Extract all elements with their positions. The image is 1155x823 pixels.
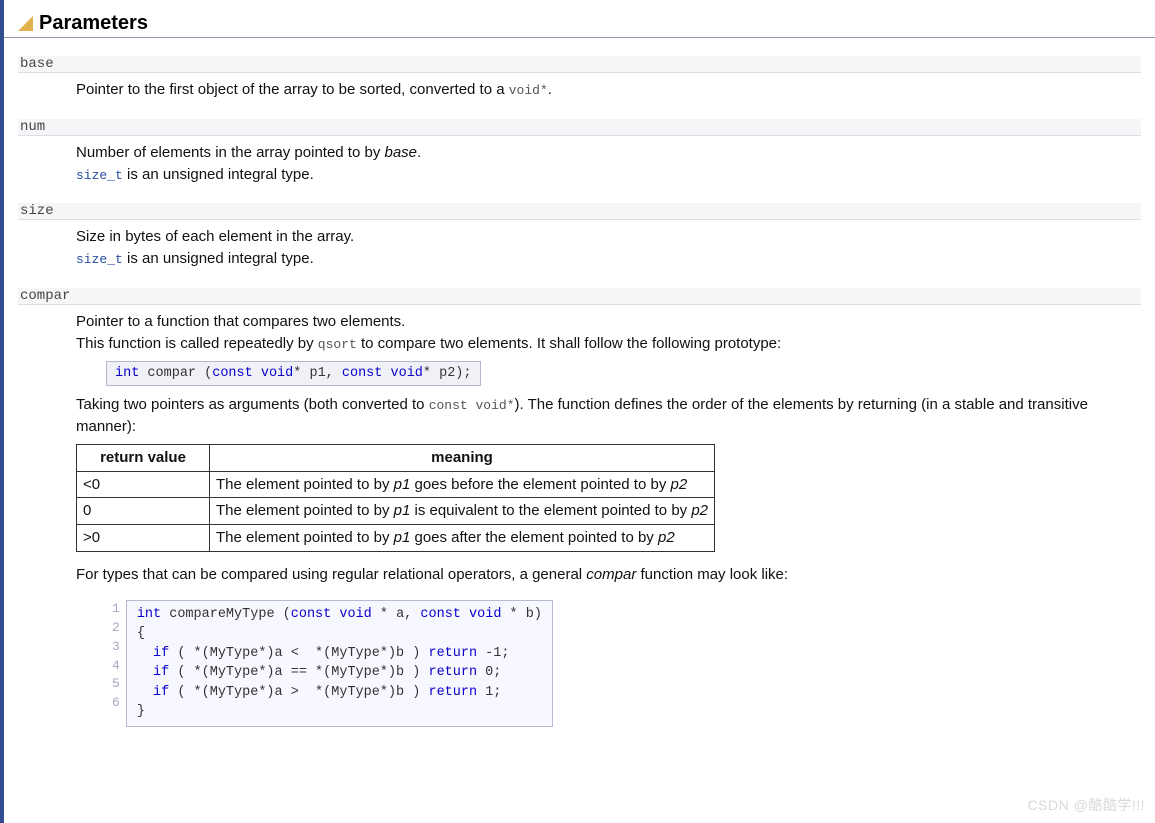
text-italic: base [385,144,418,161]
cell-meaning: The element pointed to by p1 goes after … [210,525,715,552]
cell-rv: 0 [77,498,210,525]
cell-rv: >0 [77,525,210,552]
text: Number of elements in the array pointed … [76,144,385,161]
parameters-list: base Pointer to the first object of the … [4,56,1155,734]
table-row: <0 The element pointed to by p1 goes bef… [77,471,715,498]
text: compar ( [139,366,212,381]
text: Taking two pointers as arguments (both c… [76,396,429,413]
kw: void [391,366,423,381]
param-compar-desc: Pointer to a function that compares two … [76,311,1141,734]
text [253,366,261,381]
code-inline: const void* [429,398,515,413]
kw: void [261,366,293,381]
text: is an unsigned integral type. [123,250,314,267]
text: * p2); [423,366,472,381]
cell-rv: <0 [77,471,210,498]
watermark: CSDN @酷酷学!!! [1028,795,1145,815]
return-value-table: return value meaning <0 The element poin… [76,444,715,552]
text: . [417,144,421,161]
param-num-name: num [18,119,1141,136]
text: Pointer to a function that compares two … [76,313,405,330]
type-link[interactable]: size_t [76,252,123,267]
text: function may look like: [636,566,788,583]
ruler-icon [18,16,33,31]
param-compar-name: compar [18,288,1141,305]
text: to compare two elements. It shall follow… [357,335,781,352]
kw: const [212,366,253,381]
section-header: Parameters [4,0,1155,38]
param-size-name: size [18,203,1141,220]
table-row: 0 The element pointed to by p1 is equiva… [77,498,715,525]
cell-meaning: The element pointed to by p1 goes before… [210,471,715,498]
prototype-box: int compar (const void* p1, const void* … [106,361,481,387]
code-inline: qsort [318,337,357,352]
param-num-desc: Number of elements in the array pointed … [76,142,1141,186]
code-body: int compareMyType (const void * a, const… [126,600,552,726]
param-size-desc: Size in bytes of each element in the arr… [76,226,1141,270]
section-title: Parameters [39,12,148,35]
line-numbers: 1 2 3 4 5 6 [106,600,126,726]
code-inline: void* [509,83,548,98]
table-row: >0 The element pointed to by p1 goes aft… [77,525,715,552]
text: is an unsigned integral type. [123,166,314,183]
text: This function is called repeatedly by [76,335,318,352]
type-link[interactable]: size_t [76,168,123,183]
cell-meaning: The element pointed to by p1 is equivale… [210,498,715,525]
table-head-meaning: meaning [210,444,715,471]
text: * p1, [293,366,342,381]
text [382,366,390,381]
text: Pointer to the first object of the array… [76,81,509,98]
text-italic: compar [586,566,636,583]
code-example: 1 2 3 4 5 6 int compareMyType (const voi… [106,600,553,727]
param-base-name: base [18,56,1141,73]
kw: const [342,366,383,381]
table-head-return: return value [77,444,210,471]
param-base-desc: Pointer to the first object of the array… [76,79,1141,101]
text: Size in bytes of each element in the arr… [76,228,354,245]
text: For types that can be compared using reg… [76,566,586,583]
kw: int [115,366,139,381]
text: . [548,81,552,98]
